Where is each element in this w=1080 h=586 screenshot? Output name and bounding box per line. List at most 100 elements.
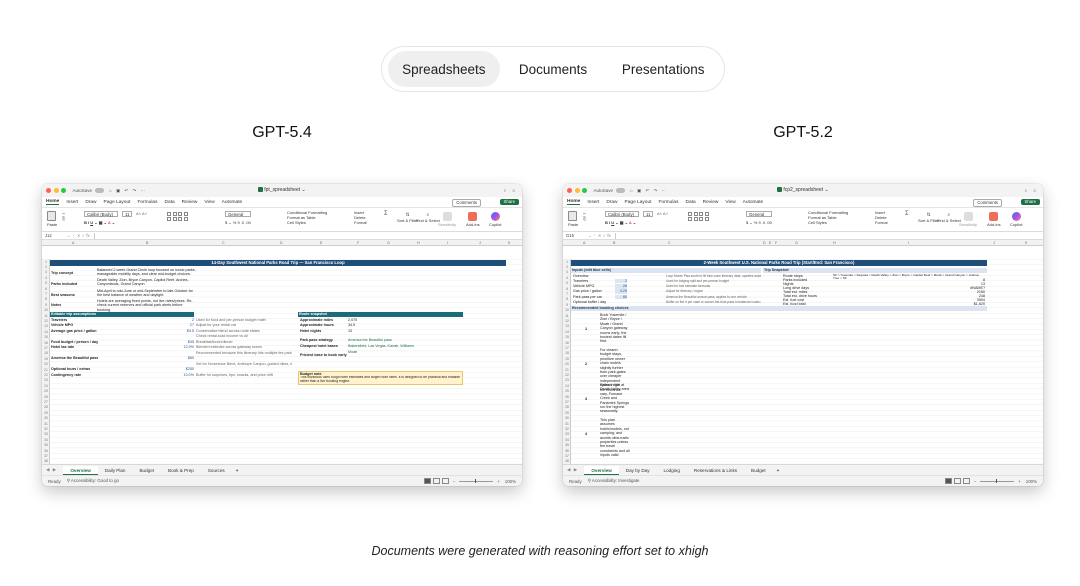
styles-group[interactable]: Conditional Formatting Format as Table C… [808, 210, 848, 225]
row-number[interactable]: 35 [42, 443, 50, 447]
row-number[interactable]: 21 [563, 368, 571, 372]
row-number[interactable]: 19 [563, 357, 571, 361]
row-number[interactable]: 29 [563, 411, 571, 415]
alignment-group[interactable] [167, 211, 189, 221]
assumption-value[interactable]: 2 [142, 318, 194, 322]
share-button[interactable]: Share [499, 199, 519, 205]
row-number[interactable]: 35 [563, 443, 571, 447]
row-number[interactable]: 16 [42, 341, 50, 345]
font-grow-shrink-icons[interactable]: A˄ A˅ [136, 211, 147, 216]
font-name-select[interactable]: Calibri (Body) [84, 211, 118, 217]
row-number[interactable]: 36 [563, 449, 571, 453]
row-number[interactable]: 11 [563, 314, 571, 318]
formula-input[interactable] [93, 232, 519, 239]
share-button[interactable]: Share [1020, 199, 1040, 205]
assumption-value[interactable]: 27 [142, 323, 194, 327]
autosum-icon[interactable]: Σ [905, 211, 909, 217]
row-number[interactable]: 28 [563, 405, 571, 409]
cell-styles-button[interactable]: Cell Styles [808, 220, 848, 225]
row-number[interactable]: 28 [42, 405, 50, 409]
ribbon-tab-review[interactable]: Review [182, 200, 198, 205]
add-ins-button[interactable]: Add-ins [466, 212, 480, 227]
column-header[interactable]: I [908, 241, 909, 245]
column-header[interactable]: G [387, 241, 390, 245]
row-number[interactable]: 29 [42, 411, 50, 415]
autosum-icon[interactable]: Σ [384, 211, 388, 217]
copilot-button[interactable]: Copilot [1010, 212, 1022, 227]
row-number[interactable]: 34 [42, 438, 50, 442]
row-number[interactable]: 19 [42, 357, 50, 361]
accessibility-status[interactable]: ⚲ Accessibility: Investigate [588, 478, 640, 484]
sheet-tab-overview[interactable]: Overview [63, 465, 98, 475]
clipboard-small-icons[interactable]: ✂ ⎘ [583, 211, 586, 221]
column-header[interactable]: F [357, 241, 359, 245]
page-layout-view-button[interactable] [953, 478, 961, 484]
row-number[interactable]: 20 [563, 362, 571, 366]
row-number[interactable]: 5 [563, 281, 571, 285]
number-format-select[interactable]: General [746, 211, 772, 217]
add-sheet-button[interactable]: + [773, 468, 784, 473]
sort-filter-button[interactable]: ⇅ Sort & Filter [397, 212, 418, 223]
route-value[interactable]: 13 [348, 329, 352, 333]
accessibility-status[interactable]: ⚲ Accessibility: Good to go [67, 478, 119, 484]
column-header[interactable]: H [417, 241, 420, 245]
ribbon-tab-home[interactable]: Home [567, 199, 581, 205]
column-header[interactable]: G [795, 241, 798, 245]
number-format-buttons[interactable]: $ ⌄ % 9 .0 .00 [225, 220, 251, 225]
row-number[interactable]: 18 [42, 351, 50, 355]
route-value[interactable]: 34.5 [348, 323, 355, 327]
column-header[interactable]: D [763, 241, 766, 245]
row-number[interactable]: 6 [42, 287, 50, 291]
ribbon-tab-data[interactable]: Data [685, 200, 695, 205]
column-header[interactable]: C [668, 241, 671, 245]
row-number[interactable]: 12 [42, 319, 50, 323]
sort-filter-button[interactable]: ⇅ Sort & Filter [918, 212, 939, 223]
format-cells-button[interactable]: Format [354, 220, 367, 225]
row-number[interactable]: 17 [42, 346, 50, 350]
number-format-select[interactable]: General [225, 211, 251, 217]
row-number[interactable]: 31 [42, 422, 50, 426]
row-number[interactable]: 15 [563, 335, 571, 339]
cell-styles-button[interactable]: Cell Styles [287, 220, 327, 225]
add-ins-button[interactable]: Add-ins [987, 212, 1001, 227]
file-name[interactable]: fpt_spreadsheet ⌄ [42, 187, 522, 193]
ribbon-tab-view[interactable]: View [725, 200, 735, 205]
alignment-group[interactable] [688, 211, 710, 221]
comments-button[interactable]: Comments [452, 199, 481, 207]
column-header[interactable]: I [447, 241, 448, 245]
row-number[interactable]: 11 [42, 314, 50, 318]
copilot-button[interactable]: Copilot [489, 212, 501, 227]
ribbon-tab-page-layout[interactable]: Page Layout [104, 200, 131, 205]
formula-input[interactable] [614, 232, 1040, 239]
zoom-level[interactable]: 100% [1026, 479, 1037, 484]
ribbon-tab-formulas[interactable]: Formulas [137, 200, 157, 205]
styles-group[interactable]: Conditional Formatting Format as Table C… [287, 210, 327, 225]
row-number[interactable]: 31 [563, 422, 571, 426]
worksheet-grid[interactable]: 1 2 3 4 5 6 7 8 9 10 11 12 13 14 15 16 17 18 19 20 21 22 23 24 2… [42, 259, 522, 464]
row-number[interactable]: 25 [42, 389, 50, 393]
sensitivity-button[interactable]: Sensitivity [438, 212, 456, 227]
row-number[interactable]: 1 [42, 260, 50, 264]
row-number[interactable]: 22 [42, 373, 50, 377]
tab-spreadsheets[interactable]: Spreadsheets [388, 51, 500, 87]
row-number[interactable]: 33 [563, 432, 571, 436]
font-name-select[interactable]: Calibri (Body) [605, 211, 639, 217]
tab-documents[interactable]: Documents [500, 51, 607, 87]
row-number[interactable]: 15 [42, 335, 50, 339]
sheet-tab-budget[interactable]: Budget [744, 466, 773, 475]
add-sheet-button[interactable]: + [232, 468, 243, 473]
sheet-nav-arrows[interactable]: ◀ ▶ [567, 467, 578, 473]
row-number[interactable]: 12 [563, 319, 571, 323]
column-header[interactable]: D [280, 241, 283, 245]
row-number[interactable]: 17 [563, 346, 571, 350]
sheet-tab-day-by-day[interactable]: Day by Day [619, 466, 657, 475]
input-value[interactable]: 4.25 [615, 289, 627, 294]
assumption-value[interactable]: $80 [142, 356, 194, 360]
row-number[interactable]: 8 [42, 297, 50, 301]
number-format-buttons[interactable]: $ ⌄ % 9 .0 .00 [746, 220, 772, 225]
row-number[interactable]: 25 [563, 389, 571, 393]
column-header[interactable]: J [993, 241, 995, 245]
page-break-view-button[interactable] [962, 478, 970, 484]
row-number[interactable]: 33 [42, 432, 50, 436]
ribbon-tab-home[interactable]: Home [46, 199, 60, 205]
